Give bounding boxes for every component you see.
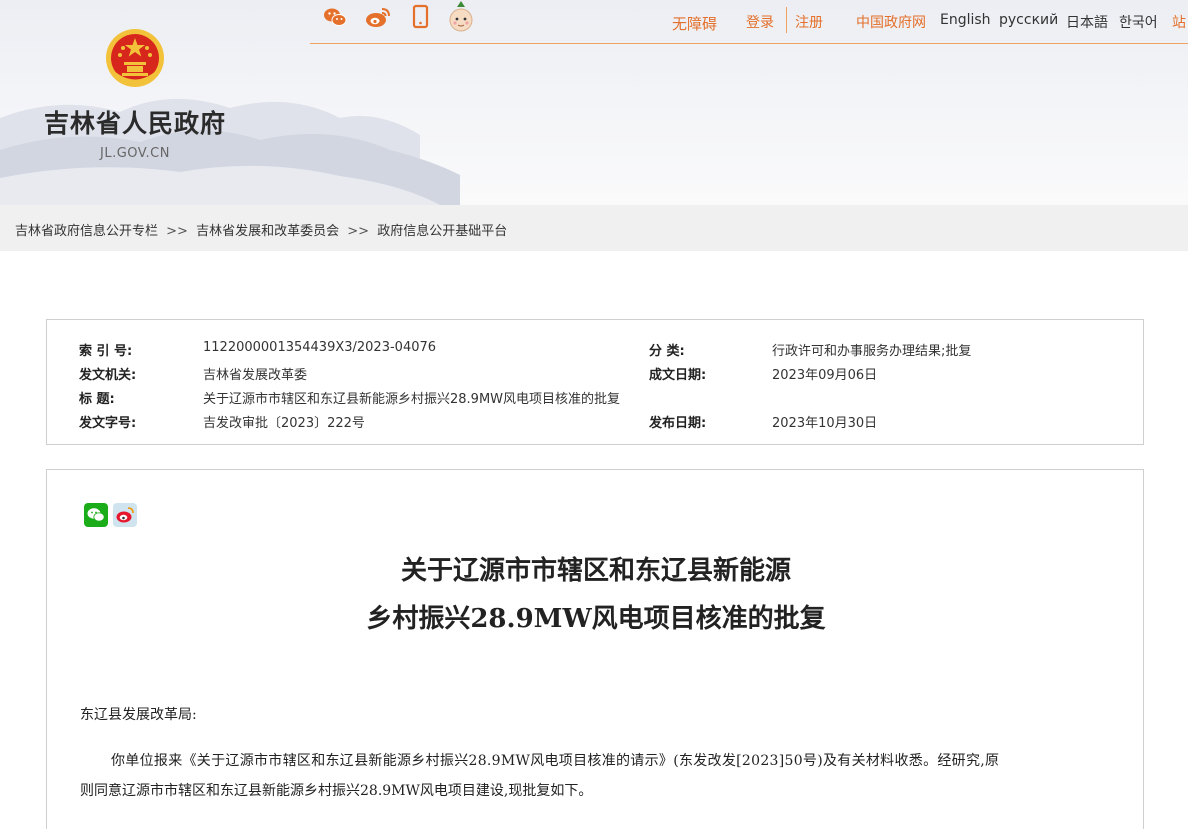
created-date-value: 2023年09月06日 (772, 368, 878, 383)
lang-russian-link[interactable]: русский (999, 12, 1058, 28)
lang-english-link[interactable]: English (940, 12, 991, 28)
title-value: 关于辽源市市辖区和东辽县新能源乡村振兴28.9MW风电项目核准的批复 (203, 392, 621, 407)
document-metadata-table: 索 引 号: 1122000001354439X3/2023-04076 分 类… (46, 319, 1144, 445)
paragraph-line-2: 则同意辽源市市辖区和东辽县新能源乡村振兴28.9MW风电项目建设,现批复如下。 (80, 783, 593, 799)
breadcrumb-item-platform[interactable]: 政府信息公开基础平台 (377, 224, 507, 239)
article-content: 关于辽源市市辖区和东辽县新能源 乡村振兴28.9MW风电项目核准的批复 东辽县发… (46, 469, 1144, 829)
site-header: 吉林省人民政府 JL.GOV.CN 无障碍 登录 注册 中国政府网 Englis… (0, 0, 1188, 205)
paragraph-line-1: 你单位报来《关于辽源市市辖区和东辽县新能源乡村振兴28.9MW风电项目核准的请示… (111, 753, 1000, 769)
title-label: 标 题: (79, 392, 115, 407)
category-value: 行政许可和办事服务办理结果;批复 (772, 344, 972, 359)
site-domain: JL.GOV.CN (100, 146, 170, 161)
top-nav-bar: 无障碍 登录 注册 中国政府网 English русский 日本語 한국어 … (310, 0, 1188, 44)
issuer-label: 发文机关: (79, 368, 137, 383)
article-title-line-1: 关于辽源市市辖区和东辽县新能源 (400, 556, 791, 586)
weixin-icon[interactable] (322, 4, 348, 30)
lang-japanese-link[interactable]: 日本語 (1066, 12, 1108, 32)
site-name: 吉林省人民政府 (44, 109, 227, 138)
mascot-icon[interactable] (447, 0, 475, 34)
article-title-line-2: 乡村振兴28.9MW风电项目核准的批复 (366, 604, 826, 634)
breadcrumb-separator: >> (166, 224, 188, 239)
category-label: 分 类: (649, 344, 685, 359)
weibo-share-icon[interactable] (113, 503, 137, 527)
published-date-value: 2023年10月30日 (772, 416, 878, 431)
issuer-value: 吉林省发展改革委 (203, 368, 308, 383)
breadcrumb: 吉林省政府信息公开专栏 >> 吉林省发展和改革委员会 >> 政府信息公开基础平台 (15, 220, 507, 239)
doc-number-value: 吉发改审批〔2023〕222号 (203, 416, 365, 431)
index-label: 索 引 号: (79, 344, 133, 359)
weibo-icon[interactable] (364, 4, 392, 30)
index-value: 1122000001354439X3/2023-04076 (203, 340, 437, 355)
breadcrumb-item-drc[interactable]: 吉林省发展和改革委员会 (196, 224, 339, 239)
created-date-label: 成文日期: (649, 368, 707, 383)
login-link[interactable]: 登录 (746, 12, 774, 32)
mobile-icon[interactable] (412, 4, 430, 30)
site-map-link[interactable]: 站 (1172, 12, 1186, 32)
doc-number-label: 发文字号: (79, 416, 137, 431)
salutation: 东辽县发展改革局: (80, 707, 197, 723)
breadcrumb-bar: 吉林省政府信息公开专栏 >> 吉林省发展和改革委员会 >> 政府信息公开基础平台 (0, 205, 1188, 251)
wechat-share-icon[interactable] (84, 503, 108, 527)
breadcrumb-item-open-info-column[interactable]: 吉林省政府信息公开专栏 (15, 224, 158, 239)
lang-korean-link[interactable]: 한국어 (1119, 12, 1158, 32)
published-date-label: 发布日期: (649, 416, 707, 431)
divider (786, 7, 787, 33)
national-emblem-icon (106, 29, 164, 87)
register-link[interactable]: 注册 (795, 12, 823, 32)
central-gov-link[interactable]: 中国政府网 (856, 12, 926, 32)
accessibility-link[interactable]: 无障碍 (672, 13, 717, 34)
breadcrumb-separator: >> (347, 224, 370, 239)
